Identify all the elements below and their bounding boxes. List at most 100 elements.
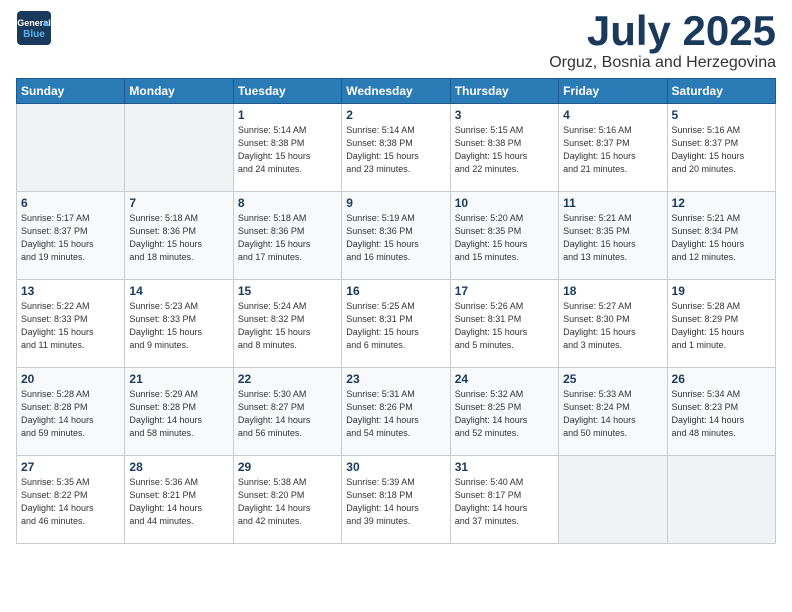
day-info: Sunrise: 5:16 AM Sunset: 8:37 PM Dayligh… xyxy=(563,124,662,176)
calendar-cell: 17 Sunrise: 5:26 AM Sunset: 8:31 PM Dayli… xyxy=(450,280,558,368)
day-number: 17 xyxy=(455,284,554,298)
week-row-5: 27 Sunrise: 5:35 AM Sunset: 8:22 PM Dayli… xyxy=(17,456,776,544)
day-number: 15 xyxy=(238,284,337,298)
calendar-cell: 22Sunrise: 5:30 AM Sunset: 8:27 PM Dayli… xyxy=(233,368,341,456)
week-row-2: 6Sunrise: 5:17 AM Sunset: 8:37 PM Daylig… xyxy=(17,192,776,280)
calendar-cell: 6Sunrise: 5:17 AM Sunset: 8:37 PM Daylig… xyxy=(17,192,125,280)
day-number: 8 xyxy=(238,196,337,210)
day-info: Sunrise: 5:22 AM Sunset: 8:33 PM Dayligh… xyxy=(21,300,120,352)
calendar-cell: 14 Sunrise: 5:23 AM Sunset: 8:33 PM Dayli… xyxy=(125,280,233,368)
calendar-cell: 21Sunrise: 5:29 AM Sunset: 8:28 PM Dayli… xyxy=(125,368,233,456)
calendar-cell: 26 Sunrise: 5:34 AM Sunset: 8:23 PM Dayli… xyxy=(667,368,775,456)
week-row-3: 13 Sunrise: 5:22 AM Sunset: 8:33 PM Dayli… xyxy=(17,280,776,368)
title-block: July 2025 Orguz, Bosnia and Herzegovina xyxy=(549,10,776,72)
day-number: 23 xyxy=(346,372,445,386)
day-info: Sunrise: 5:34 AM Sunset: 8:23 PM Dayligh… xyxy=(672,388,771,440)
month-title: July 2025 xyxy=(549,10,776,52)
day-info: Sunrise: 5:30 AM Sunset: 8:27 PM Dayligh… xyxy=(238,388,337,440)
calendar-cell: 1 Sunrise: 5:14 AM Sunset: 8:38 PM Daylig… xyxy=(233,104,341,192)
day-info: Sunrise: 5:18 AM Sunset: 8:36 PM Dayligh… xyxy=(129,212,228,264)
day-info: Sunrise: 5:24 AM Sunset: 8:32 PM Dayligh… xyxy=(238,300,337,352)
day-number: 27 xyxy=(21,460,120,474)
day-number: 30 xyxy=(346,460,445,474)
calendar-cell: 12 Sunrise: 5:21 AM Sunset: 8:34 PM Dayli… xyxy=(667,192,775,280)
day-info: Sunrise: 5:14 AM Sunset: 8:38 PM Dayligh… xyxy=(238,124,337,176)
page: General Blue July 2025 Orguz, Bosnia and… xyxy=(0,0,792,554)
day-info: Sunrise: 5:31 AM Sunset: 8:26 PM Dayligh… xyxy=(346,388,445,440)
calendar-cell: 27 Sunrise: 5:35 AM Sunset: 8:22 PM Dayli… xyxy=(17,456,125,544)
calendar-cell: 25 Sunrise: 5:33 AM Sunset: 8:24 PM Dayli… xyxy=(559,368,667,456)
day-info: Sunrise: 5:20 AM Sunset: 8:35 PM Dayligh… xyxy=(455,212,554,264)
day-info: Sunrise: 5:28 AM Sunset: 8:29 PM Dayligh… xyxy=(672,300,771,352)
day-number: 29 xyxy=(238,460,337,474)
day-number: 3 xyxy=(455,108,554,122)
calendar-cell: 31Sunrise: 5:40 AM Sunset: 8:17 PM Dayli… xyxy=(450,456,558,544)
calendar-cell xyxy=(17,104,125,192)
day-info: Sunrise: 5:18 AM Sunset: 8:36 PM Dayligh… xyxy=(238,212,337,264)
day-number: 14 xyxy=(129,284,228,298)
day-number: 2 xyxy=(346,108,445,122)
calendar-cell xyxy=(667,456,775,544)
calendar-cell: 3 Sunrise: 5:15 AM Sunset: 8:38 PM Daylig… xyxy=(450,104,558,192)
day-number: 20 xyxy=(21,372,120,386)
location-title: Orguz, Bosnia and Herzegovina xyxy=(549,54,776,72)
day-number: 16 xyxy=(346,284,445,298)
day-number: 12 xyxy=(672,196,771,210)
logo: General Blue xyxy=(16,10,52,46)
day-info: Sunrise: 5:40 AM Sunset: 8:17 PM Dayligh… xyxy=(455,476,554,528)
day-number: 9 xyxy=(346,196,445,210)
day-number: 25 xyxy=(563,372,662,386)
calendar-cell: 2 Sunrise: 5:14 AM Sunset: 8:38 PM Daylig… xyxy=(342,104,450,192)
day-info: Sunrise: 5:27 AM Sunset: 8:30 PM Dayligh… xyxy=(563,300,662,352)
day-info: Sunrise: 5:21 AM Sunset: 8:35 PM Dayligh… xyxy=(563,212,662,264)
day-info: Sunrise: 5:35 AM Sunset: 8:22 PM Dayligh… xyxy=(21,476,120,528)
calendar-cell: 30 Sunrise: 5:39 AM Sunset: 8:18 PM Dayli… xyxy=(342,456,450,544)
calendar-cell: 29 Sunrise: 5:38 AM Sunset: 8:20 PM Dayli… xyxy=(233,456,341,544)
calendar-cell: 10 Sunrise: 5:20 AM Sunset: 8:35 PM Dayli… xyxy=(450,192,558,280)
day-info: Sunrise: 5:14 AM Sunset: 8:38 PM Dayligh… xyxy=(346,124,445,176)
week-row-1: 1 Sunrise: 5:14 AM Sunset: 8:38 PM Daylig… xyxy=(17,104,776,192)
day-number: 1 xyxy=(238,108,337,122)
calendar-cell: 8 Sunrise: 5:18 AM Sunset: 8:36 PM Daylig… xyxy=(233,192,341,280)
day-info: Sunrise: 5:25 AM Sunset: 8:31 PM Dayligh… xyxy=(346,300,445,352)
day-number: 19 xyxy=(672,284,771,298)
day-info: Sunrise: 5:23 AM Sunset: 8:33 PM Dayligh… xyxy=(129,300,228,352)
calendar-cell: 19 Sunrise: 5:28 AM Sunset: 8:29 PM Dayli… xyxy=(667,280,775,368)
header: General Blue July 2025 Orguz, Bosnia and… xyxy=(16,10,776,72)
day-number: 10 xyxy=(455,196,554,210)
day-info: Sunrise: 5:15 AM Sunset: 8:38 PM Dayligh… xyxy=(455,124,554,176)
day-info: Sunrise: 5:19 AM Sunset: 8:36 PM Dayligh… xyxy=(346,212,445,264)
weekday-header-saturday: Saturday xyxy=(667,79,775,104)
calendar-cell: 23 Sunrise: 5:31 AM Sunset: 8:26 PM Dayli… xyxy=(342,368,450,456)
day-number: 28 xyxy=(129,460,228,474)
calendar: SundayMondayTuesdayWednesdayThursdayFrid… xyxy=(16,78,776,544)
weekday-header-wednesday: Wednesday xyxy=(342,79,450,104)
day-number: 24 xyxy=(455,372,554,386)
calendar-cell: 11 Sunrise: 5:21 AM Sunset: 8:35 PM Dayli… xyxy=(559,192,667,280)
weekday-header-thursday: Thursday xyxy=(450,79,558,104)
day-info: Sunrise: 5:38 AM Sunset: 8:20 PM Dayligh… xyxy=(238,476,337,528)
day-info: Sunrise: 5:39 AM Sunset: 8:18 PM Dayligh… xyxy=(346,476,445,528)
day-number: 26 xyxy=(672,372,771,386)
day-number: 4 xyxy=(563,108,662,122)
day-info: Sunrise: 5:17 AM Sunset: 8:37 PM Dayligh… xyxy=(21,212,120,264)
day-info: Sunrise: 5:32 AM Sunset: 8:25 PM Dayligh… xyxy=(455,388,554,440)
day-info: Sunrise: 5:21 AM Sunset: 8:34 PM Dayligh… xyxy=(672,212,771,264)
weekday-header-tuesday: Tuesday xyxy=(233,79,341,104)
calendar-cell: 4 Sunrise: 5:16 AM Sunset: 8:37 PM Daylig… xyxy=(559,104,667,192)
day-info: Sunrise: 5:29 AM Sunset: 8:28 PM Dayligh… xyxy=(129,388,228,440)
day-number: 18 xyxy=(563,284,662,298)
day-info: Sunrise: 5:33 AM Sunset: 8:24 PM Dayligh… xyxy=(563,388,662,440)
calendar-cell: 7 Sunrise: 5:18 AM Sunset: 8:36 PM Daylig… xyxy=(125,192,233,280)
weekday-header-friday: Friday xyxy=(559,79,667,104)
day-number: 11 xyxy=(563,196,662,210)
day-number: 13 xyxy=(21,284,120,298)
day-number: 7 xyxy=(129,196,228,210)
day-info: Sunrise: 5:26 AM Sunset: 8:31 PM Dayligh… xyxy=(455,300,554,352)
calendar-cell: 28Sunrise: 5:36 AM Sunset: 8:21 PM Dayli… xyxy=(125,456,233,544)
calendar-cell: 16 Sunrise: 5:25 AM Sunset: 8:31 PM Dayli… xyxy=(342,280,450,368)
calendar-cell xyxy=(125,104,233,192)
logo-icon: General Blue xyxy=(16,10,52,46)
weekday-header-row: SundayMondayTuesdayWednesdayThursdayFrid… xyxy=(17,79,776,104)
calendar-cell: 20Sunrise: 5:28 AM Sunset: 8:28 PM Dayli… xyxy=(17,368,125,456)
